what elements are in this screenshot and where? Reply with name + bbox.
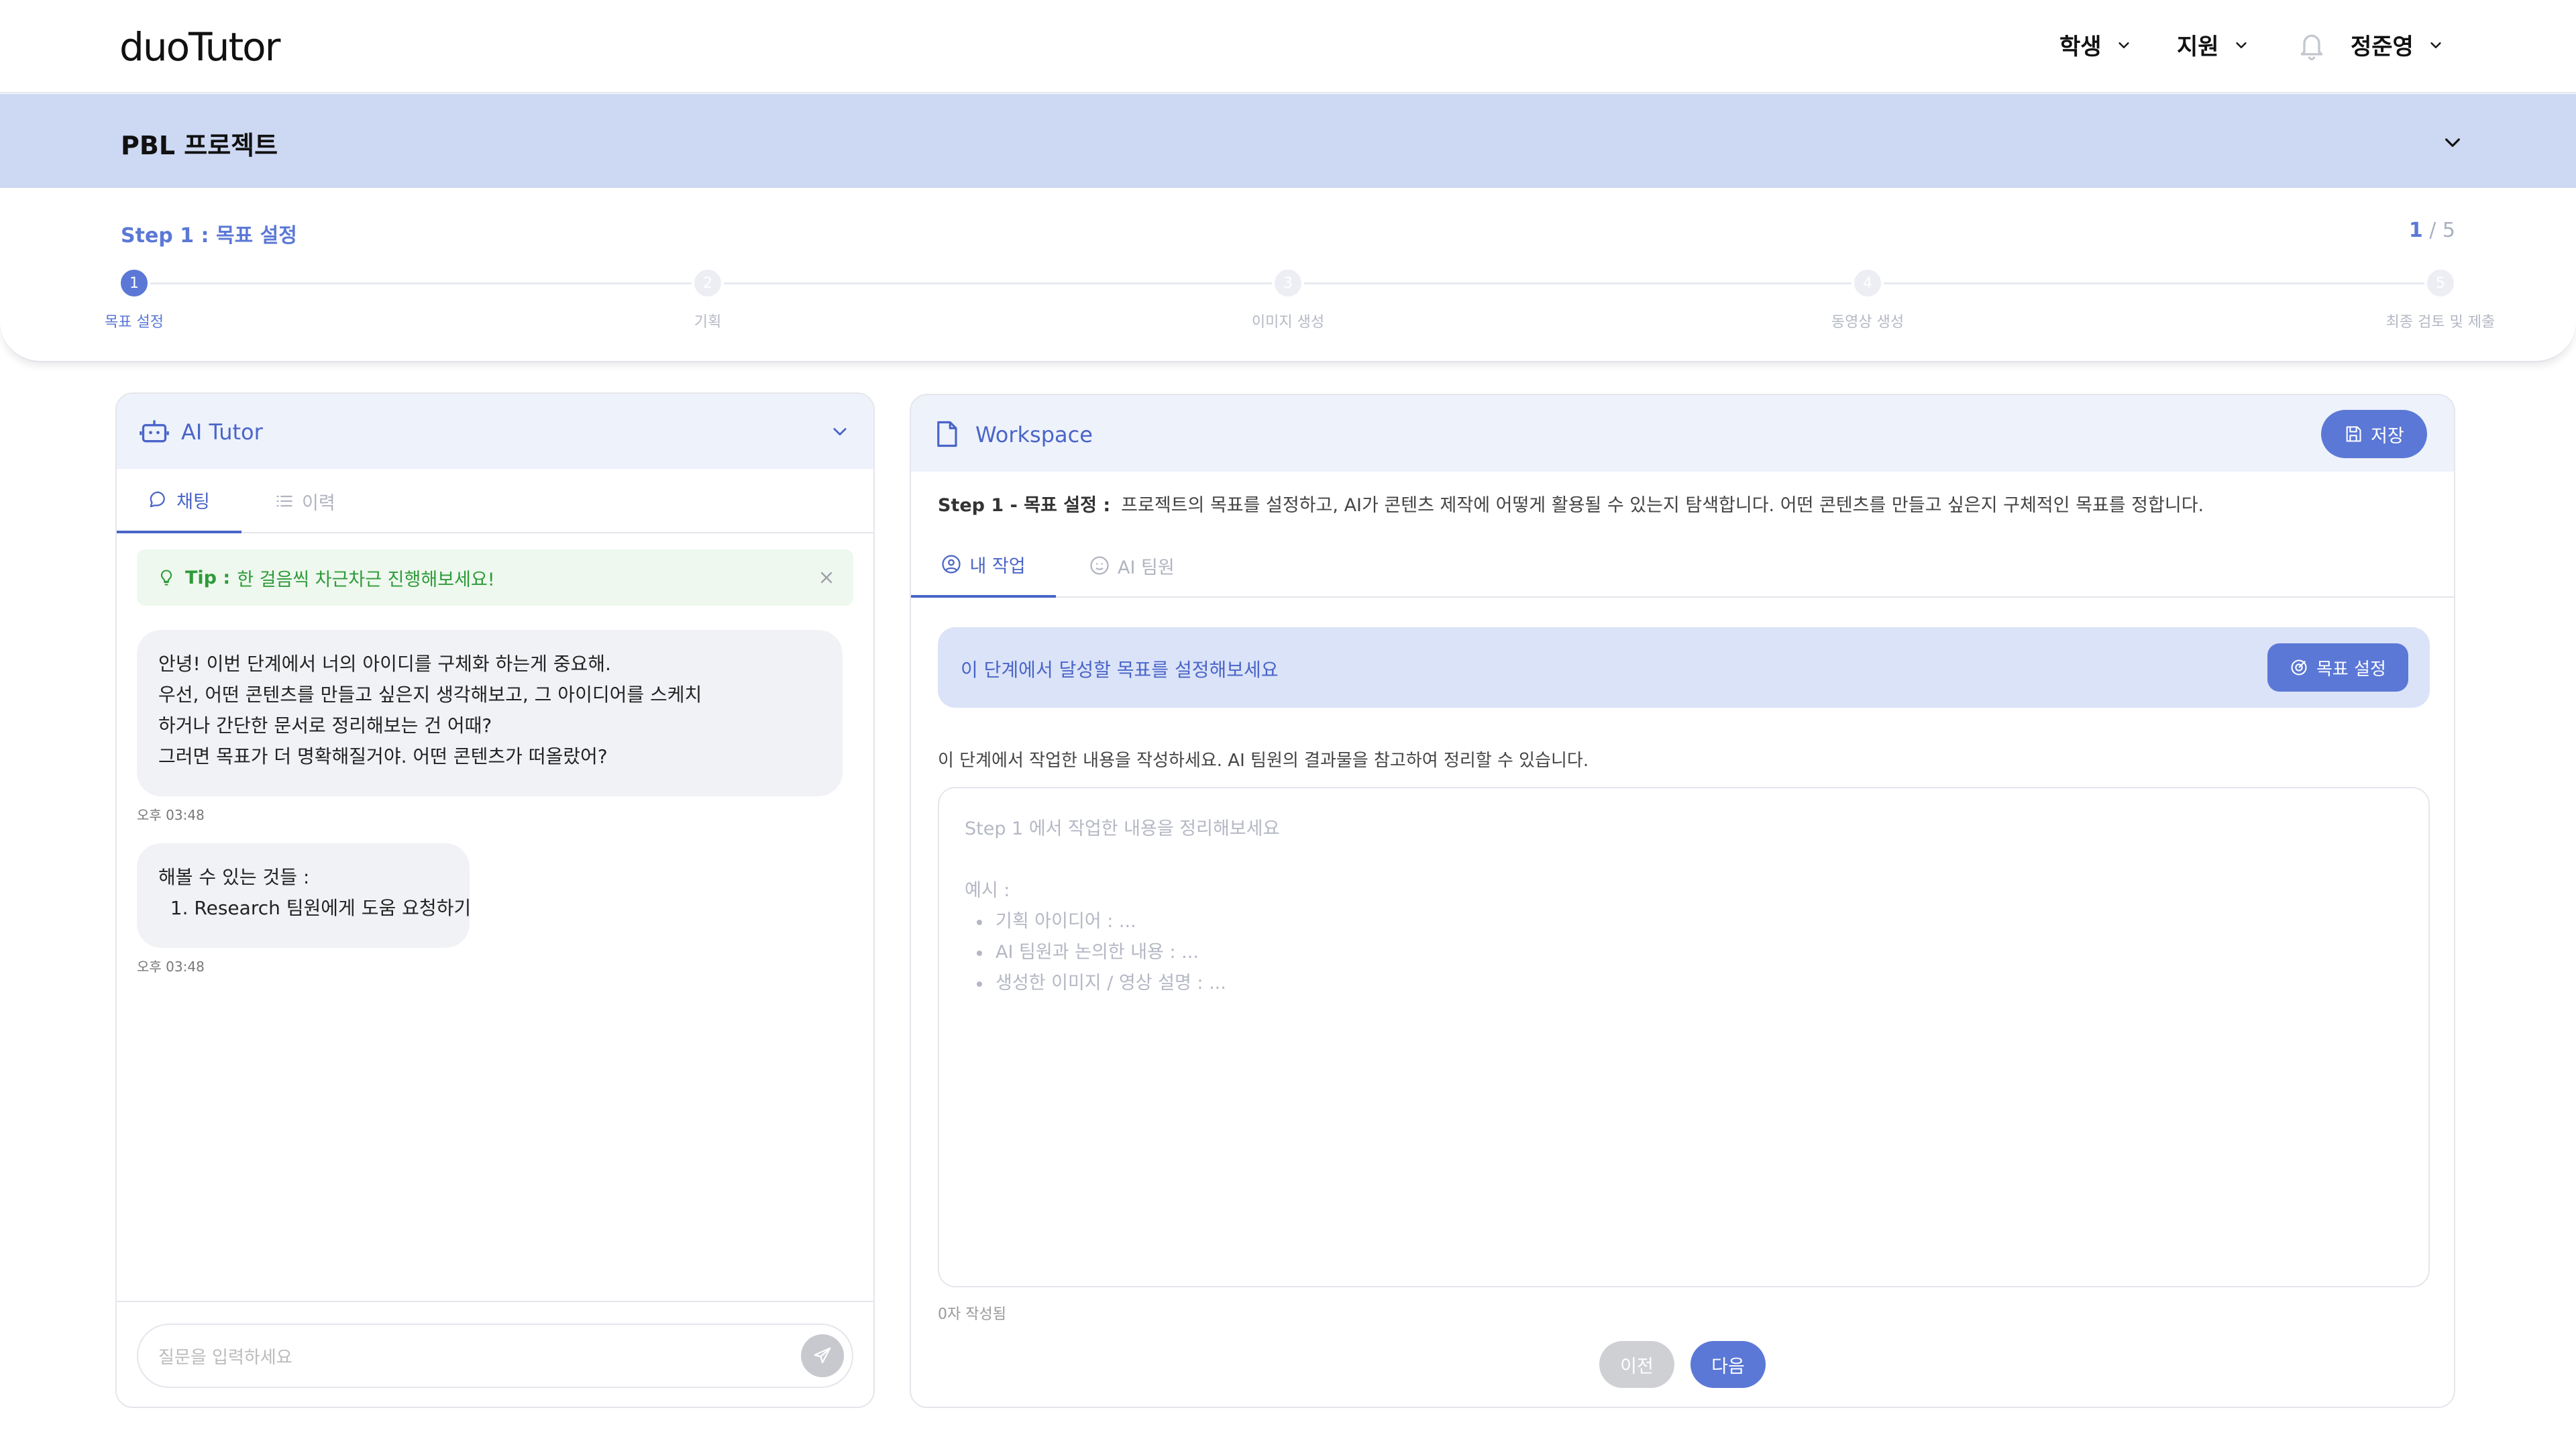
tab-chat-label: 채팅 (176, 491, 210, 513)
tab-ai-teammate[interactable]: AI 팀원 (1089, 533, 1175, 598)
step-dot-4[interactable]: 4 (1851, 267, 1884, 299)
robot-icon (140, 420, 169, 443)
textarea-placeholder: Step 1 에서 작업한 내용을 정리해보세요 (965, 818, 1280, 839)
example-item: AI 팀원과 논의한 내용 : ... (965, 937, 2403, 968)
set-goal-button[interactable]: 목표 설정 (2267, 643, 2408, 692)
close-icon[interactable] (817, 568, 836, 587)
ai-tutor-header[interactable]: AI Tutor (117, 394, 873, 469)
step-dot-2[interactable]: 2 (692, 267, 724, 299)
send-icon (814, 1347, 831, 1364)
lightbulb-icon (160, 570, 172, 586)
list-icon (276, 495, 292, 507)
set-goal-button-label: 목표 설정 (2316, 659, 2386, 680)
chat-input[interactable]: 질문을 입력하세요 (137, 1324, 853, 1388)
tutor-message: 해볼 수 있는 것들 : 1. Research 팀원에게 도움 요청하기 (137, 843, 472, 948)
example-list: 기획 아이디어 : ... AI 팀원과 논의한 내용 : ... 생성한 이미… (965, 906, 2403, 999)
send-button[interactable] (801, 1334, 844, 1377)
target-icon (2291, 659, 2307, 676)
step-description-text: 프로젝트의 목표를 설정하고, AI가 콘텐츠 제작에 어떻게 활용될 수 있는… (1121, 495, 2204, 516)
next-button[interactable]: 다음 (1690, 1341, 1766, 1388)
workspace-instructions: 이 단계에서 작업한 내용을 작성하세요. AI 팀원의 결과물을 참고하여 정… (938, 751, 1589, 771)
nav-support-label: 지원 (2177, 34, 2219, 60)
app-logo[interactable]: duoTutor (119, 24, 281, 70)
chevron-down-icon (2430, 42, 2441, 48)
step-dot-5[interactable]: 5 (2424, 267, 2457, 299)
top-nav: duoTutor 학생 지원 정준영 (0, 0, 2576, 93)
message-line: 하거나 간단한 문서로 정리해보는 건 어때? (158, 714, 492, 737)
workspace-header: Workspace 저장 (911, 395, 2454, 472)
step-label-5: 최종 검토 및 제출 (2385, 314, 2496, 331)
tab-my-work-label: 내 작업 (969, 555, 1026, 577)
message-line: 안녕! 이번 단계에서 너의 아이디를 구체화 하는게 중요해. (158, 653, 611, 675)
goal-prompt: 이 단계에서 달성할 목표를 설정해보세요 (961, 659, 1279, 681)
ai-tutor-panel: AI Tutor 채팅 이력 Tip : 한 걸음씩 차근차근 진행해보세요! … (115, 392, 875, 1408)
floppy-disk-icon (2346, 426, 2361, 442)
save-button[interactable]: 저장 (2321, 410, 2427, 458)
step-dot-1[interactable]: 1 (118, 267, 150, 299)
chat-input-placeholder: 질문을 입력하세요 (158, 1347, 292, 1368)
step-counter-current: 1 (2408, 219, 2423, 242)
project-banner[interactable]: PBL 프로젝트 (0, 94, 2576, 188)
tip-text: 한 걸음씩 차근차근 진행해보세요! (237, 569, 495, 590)
workspace-tabs: 내 작업 AI 팀원 (911, 533, 2454, 598)
tab-my-work[interactable]: 내 작업 (911, 533, 1056, 598)
goal-banner: 이 단계에서 달성할 목표를 설정해보세요 목표 설정 (938, 627, 2430, 708)
nav-student-menu[interactable]: 학생 (2059, 28, 2131, 61)
ai-tutor-tabs: 채팅 이력 (117, 469, 873, 533)
chat-bubble-icon (150, 491, 165, 508)
tab-history[interactable]: 이력 (275, 469, 335, 533)
smiley-icon (1090, 556, 1109, 575)
tab-ai-teammate-label: AI 팀원 (1118, 557, 1175, 578)
chat-input-area: 질문을 입력하세요 (117, 1301, 873, 1407)
step-counter-total: 5 (2442, 219, 2455, 242)
message-timestamp: 오후 03:48 (137, 959, 205, 975)
workspace-title: Workspace (975, 422, 1093, 447)
step-label-4: 동영상 생성 (1831, 314, 1904, 331)
ai-tutor-title: AI Tutor (181, 419, 263, 445)
app-root: duoTutor 학생 지원 정준영 PBL 프로젝트 Step 1 : 목표 … (0, 0, 2576, 1449)
project-title: PBL 프로젝트 (121, 131, 278, 160)
step-label-2: 기획 (694, 314, 722, 331)
save-button-label: 저장 (2371, 425, 2404, 447)
tab-chat[interactable]: 채팅 (117, 469, 241, 533)
user-circle-icon (942, 555, 961, 574)
nav-student-label: 학생 (2059, 34, 2102, 60)
example-item: 생성한 이미지 / 영상 설명 : ... (965, 968, 2403, 999)
tab-history-label: 이력 (302, 492, 335, 514)
previous-button[interactable]: 이전 (1599, 1341, 1674, 1388)
step-description: Step 1 - 목표 설정 : 프로젝트의 목표를 설정하고, AI가 콘텐츠 … (938, 490, 2204, 517)
user-menu[interactable]: 정준영 (2351, 28, 2443, 61)
workspace-panel: Workspace 저장 Step 1 - 목표 설정 : 프로젝트의 목표를 설… (910, 394, 2455, 1408)
step-counter-separator: / (2429, 219, 2436, 242)
message-timestamp: 오후 03:48 (137, 807, 205, 823)
message-line: 1. Research 팀원에게 도움 요청하기 (158, 897, 472, 919)
message-line: 해볼 수 있는 것들 : (158, 866, 310, 888)
bell-icon[interactable] (2297, 30, 2326, 62)
document-icon (937, 421, 957, 447)
tip-label: Tip : (185, 567, 231, 588)
user-name: 정준영 (2351, 34, 2414, 60)
step-description-label: Step 1 - 목표 설정 : (938, 495, 1111, 516)
chevron-down-icon[interactable] (830, 422, 849, 441)
current-step-title: Step 1 : 목표 설정 (121, 224, 297, 248)
character-count: 0자 작성됨 (938, 1306, 1006, 1323)
tip-banner: Tip : 한 걸음씩 차근차근 진행해보세요! (137, 549, 853, 606)
chevron-down-icon (2118, 42, 2129, 48)
message-line: 그러면 목표가 더 명확해질거야. 어떤 콘텐츠가 떠올랐어? (158, 745, 608, 767)
step-label-1: 목표 설정 (105, 314, 164, 331)
nav-support-menu[interactable]: 지원 (2177, 28, 2249, 61)
example-item: 기획 아이디어 : ... (965, 906, 2403, 937)
step-dot-3[interactable]: 3 (1272, 267, 1304, 299)
work-notes-textarea[interactable]: Step 1 에서 작업한 내용을 정리해보세요 예시 : 기획 아이디어 : … (938, 787, 2430, 1287)
step-progress: Step 1 : 목표 설정 1 / 5 1 목표 설정 2 기획 3 이미지 … (0, 188, 2576, 362)
chevron-down-icon (2235, 42, 2247, 48)
example-label: 예시 : (965, 880, 1010, 901)
step-counter: 1 / 5 (2409, 219, 2455, 242)
message-line: 우선, 어떤 콘텐츠를 만들고 싶은지 생각해보고, 그 아이디어를 스케치 (158, 684, 702, 706)
chevron-down-icon[interactable] (2442, 131, 2463, 153)
step-label-3: 이미지 생성 (1251, 314, 1325, 331)
tutor-message: 안녕! 이번 단계에서 너의 아이디를 구체화 하는게 중요해. 우선, 어떤 … (137, 630, 843, 796)
